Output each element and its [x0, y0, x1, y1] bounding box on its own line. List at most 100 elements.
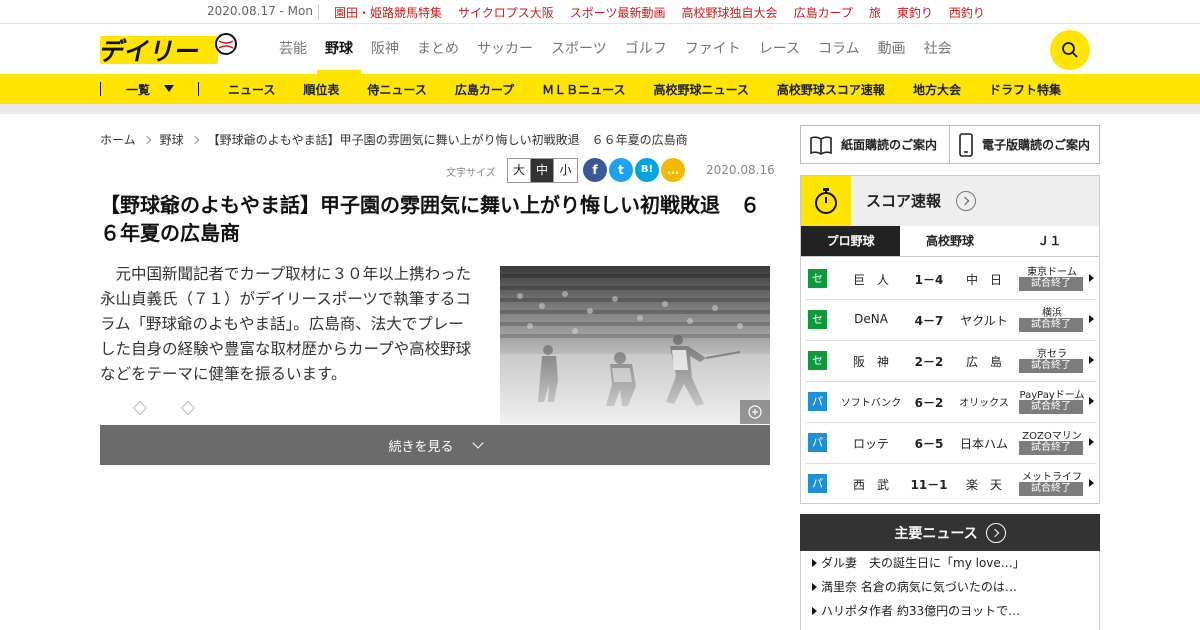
facebook-share-button[interactable]: f: [583, 158, 607, 182]
game-status: 試合終了: [1019, 318, 1083, 332]
game-row[interactable]: セ 巨 人 1－4 中 日 東京ドーム 試合終了: [806, 259, 1096, 300]
score-title: スコア速報: [866, 192, 942, 210]
chevron-circle-icon: [985, 522, 1006, 543]
sub-nav-item[interactable]: ＭＬＢニュース: [542, 81, 625, 98]
featured-link[interactable]: サイクロプス大阪: [458, 4, 554, 21]
smartphone-icon: [959, 132, 973, 157]
featured-link[interactable]: 高校野球独自大会: [682, 4, 778, 21]
game-score: 6－5: [914, 437, 944, 451]
featured-links: 園田・姫路競馬特集 サイクロプス大阪 スポーツ最新動画 高校野球独自大会 広島カ…: [334, 4, 985, 21]
game-score: 4－7: [914, 314, 944, 328]
news-item[interactable]: ダル妻 夫の誕生日に「my love…」: [801, 551, 1099, 575]
sub-nav-item[interactable]: ニュース: [228, 81, 275, 98]
digital-subscription-button[interactable]: 電子版購読のご案内: [949, 125, 1100, 164]
divider: [318, 4, 319, 20]
hatena-bookmark-button[interactable]: B!: [635, 158, 659, 182]
digital-subscription-label: 電子版購読のご案内: [982, 138, 1091, 152]
font-size-large-button[interactable]: 大: [508, 159, 531, 182]
home-team: DeNA: [854, 312, 888, 326]
article-photo[interactable]: [500, 266, 770, 424]
chevron-circle-icon: [956, 191, 976, 211]
triangle-right-icon: [1089, 274, 1094, 282]
main-news-header[interactable]: 主要ニュース: [800, 514, 1100, 551]
sub-nav-item[interactable]: 高校野球スコア速報: [777, 81, 885, 98]
breadcrumb-current: 【野球爺のよもやま話】甲子園の雰囲気に舞い上がり悔しい初戦敗退 ６６年夏の広島商: [207, 133, 688, 147]
search-button[interactable]: [1050, 30, 1090, 70]
baseball-photo-icon: [500, 266, 770, 424]
diamond-icon: [180, 400, 196, 416]
featured-link[interactable]: 旅: [869, 4, 881, 21]
sub-nav-item[interactable]: 順位表: [303, 81, 339, 98]
featured-link[interactable]: 園田・姫路競馬特集: [334, 4, 442, 21]
publish-date: 2020.08.16: [706, 163, 775, 177]
zoom-in-icon: [748, 405, 762, 419]
nav-item-video[interactable]: 動画: [878, 24, 906, 74]
game-status: 試合終了: [1019, 400, 1083, 414]
featured-link[interactable]: 東釣り: [897, 4, 933, 21]
league-badge: セ: [808, 351, 827, 370]
sub-nav-items: ニュース 順位表 侍ニュース 広島カープ ＭＬＢニュース 高校野球ニュース 高校…: [228, 81, 1061, 98]
breadcrumb-baseball[interactable]: 野球: [160, 131, 184, 148]
font-size-label: 文字サイズ: [446, 168, 496, 179]
nav-item-column[interactable]: コラム: [818, 24, 860, 74]
game-score: 1－4: [914, 273, 944, 287]
triangle-right-icon: [1089, 356, 1094, 364]
site-logo[interactable]: デイリー: [97, 32, 240, 66]
triangle-right-icon: [1089, 315, 1094, 323]
away-team: オリックス: [959, 398, 1009, 409]
venue: 京セラ: [1037, 349, 1067, 360]
triangle-down-icon[interactable]: [164, 85, 174, 92]
game-row[interactable]: パ ソフトバンク 6－2 オリックス PayPayドーム 試合終了: [806, 382, 1096, 423]
search-icon: [1062, 42, 1078, 58]
nav-item-hanshin[interactable]: 阪神: [371, 24, 399, 74]
home-team: ソフトバンク: [840, 398, 902, 409]
featured-link[interactable]: 西釣り: [949, 4, 985, 21]
paper-subscription-button[interactable]: 紙面購読のご案内: [800, 125, 950, 164]
zoom-button[interactable]: [740, 400, 770, 424]
featured-link[interactable]: 広島カープ: [794, 4, 853, 21]
nav-item-fight[interactable]: ファイト: [685, 24, 741, 74]
nav-item-matome[interactable]: まとめ: [417, 24, 459, 74]
nav-item-soccer[interactable]: サッカー: [477, 24, 533, 74]
nav-item-baseball[interactable]: 野球: [317, 24, 361, 74]
tab-j1[interactable]: Ｊ１: [1000, 226, 1099, 256]
featured-link[interactable]: スポーツ最新動画: [570, 4, 666, 21]
tab-pro-baseball[interactable]: プロ野球: [801, 226, 901, 256]
venue: PayPayドーム: [1019, 390, 1085, 401]
league-badge: パ: [808, 433, 827, 452]
sub-nav-item[interactable]: 広島カープ: [455, 81, 514, 98]
news-item[interactable]: ハリポタ作者 約33億円のヨットで…: [801, 599, 1099, 623]
category-list-toggle[interactable]: 一覧: [126, 81, 150, 98]
nav-item-sports[interactable]: スポーツ: [551, 24, 607, 74]
tab-high-school-baseball[interactable]: 高校野球: [900, 226, 999, 256]
sub-nav-item[interactable]: ドラフト特集: [989, 81, 1061, 98]
chevron-right-icon: [142, 135, 151, 144]
game-row[interactable]: パ 西 武 11－1 楽 天 メットライフ 試合終了: [806, 464, 1096, 505]
game-score: 11－1: [910, 478, 948, 492]
game-row[interactable]: セ 阪 神 2－2 広 島 京セラ 試合終了: [806, 341, 1096, 382]
game-row[interactable]: パ ロッテ 6－5 日本ハム ZOZOマリン 試合終了: [806, 423, 1096, 464]
divider: [100, 82, 101, 96]
font-size-selector: 大 中 小: [507, 158, 578, 183]
sub-nav-item[interactable]: 侍ニュース: [367, 81, 426, 98]
news-item[interactable]: 満里奈 名倉の病気に気づいたのは…: [801, 575, 1099, 599]
triangle-right-icon: [1089, 438, 1094, 446]
daily-logo-icon: デイリー: [97, 33, 237, 66]
nav-item-society[interactable]: 社会: [924, 24, 952, 74]
score-header[interactable]: スコア速報: [801, 176, 1099, 226]
site-header: デイリー 芸能 野球 阪神 まとめ サッカー スポーツ ゴルフ ファイト レース…: [0, 24, 1200, 74]
breadcrumb-home[interactable]: ホーム: [100, 131, 136, 148]
nav-item-golf[interactable]: ゴルフ: [625, 24, 667, 74]
twitter-share-button[interactable]: t: [609, 158, 633, 182]
read-more-button[interactable]: 続きを見る: [100, 425, 770, 465]
nav-item-geino[interactable]: 芸能: [279, 24, 307, 74]
top-bar: 2020.08.17 - Mon 園田・姫路競馬特集 サイクロプス大阪 スポーツ…: [0, 0, 1200, 24]
game-row[interactable]: セ DeNA 4－7 ヤクルト 横浜 試合終了: [806, 300, 1096, 341]
nav-item-race[interactable]: レース: [759, 24, 800, 74]
comment-share-button[interactable]: …: [661, 158, 685, 182]
current-date: 2020.08.17 - Mon: [207, 4, 313, 18]
font-size-small-button[interactable]: 小: [554, 159, 577, 182]
sub-nav-item[interactable]: 地方大会: [913, 81, 961, 98]
sub-nav-item[interactable]: 高校野球ニュース: [654, 81, 749, 98]
font-size-medium-button[interactable]: 中: [531, 159, 554, 182]
